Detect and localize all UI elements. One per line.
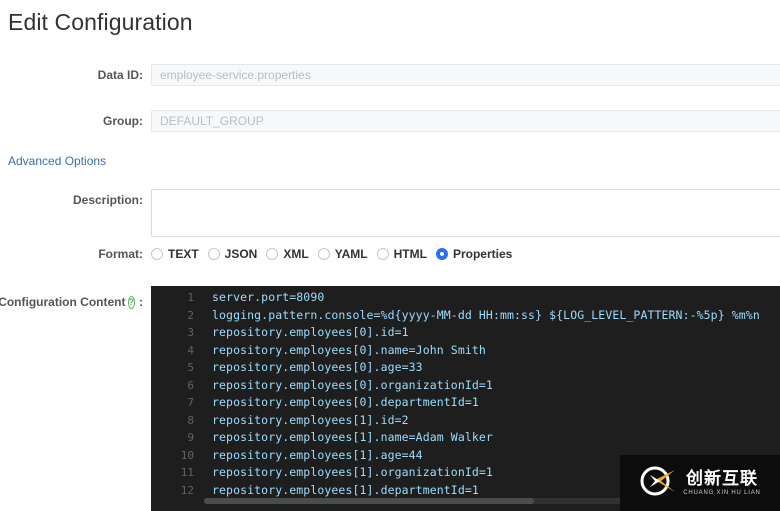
radio-label-properties: Properties (452, 247, 513, 261)
radio-option-xml[interactable]: XML (266, 247, 309, 261)
group-input[interactable] (151, 110, 780, 132)
configuration-content-label: Configuration Content (0, 295, 126, 309)
radio-circle-icon (207, 248, 220, 260)
line-number: 7 (187, 396, 194, 409)
line-number: 9 (187, 431, 194, 444)
scrollbar-thumb[interactable] (204, 498, 534, 504)
form-row-description: Description: (0, 189, 780, 237)
line-number: 2 (187, 308, 194, 322)
configuration-content-colon: : (139, 295, 143, 309)
data-id-input[interactable] (151, 64, 780, 86)
line-number: 8 (187, 413, 194, 427)
advanced-options-link[interactable]: Advanced Options (8, 154, 106, 168)
configuration-content-editor[interactable]: 1 2 3 4 5 6 7 8 9 10 11 12 server.port=8… (151, 286, 780, 511)
code-line: repository.employees[0].departmentId=1 (212, 395, 479, 409)
code-line: repository.employees[1].name=Adam Walker (212, 430, 493, 444)
radio-circle-icon (376, 248, 389, 260)
page-title: Edit Configuration (8, 9, 193, 35)
radio-label-xml: XML (283, 247, 309, 261)
radio-label-text: TEXT (168, 247, 199, 261)
form-row-format: Format: TEXT JSON XML YAML HTML Properti… (0, 247, 780, 261)
code-line: repository.employees[0].age=33 (212, 360, 423, 374)
group-field-wrap (151, 110, 780, 132)
description-textarea[interactable] (151, 189, 780, 237)
radio-label-json: JSON (224, 247, 258, 261)
data-id-field-wrap (151, 64, 780, 86)
radio-circle-icon (151, 248, 163, 260)
radio-label-yaml: YAML (334, 247, 368, 261)
code-line: repository.employees[0].name=John Smith (212, 342, 486, 357)
line-number: 1 (187, 291, 194, 304)
line-number: 3 (187, 326, 194, 339)
form-row-data-id: Data ID: (0, 64, 780, 86)
description-label: Description: (72, 193, 143, 207)
configuration-content-label-row: Configuration Content ? : (0, 295, 143, 309)
code-line: logging.pattern.console=%d{yyyy-MM-dd HH… (212, 307, 760, 322)
line-number: 6 (187, 378, 194, 392)
radio-option-html[interactable]: HTML (376, 247, 427, 261)
format-label: Format: (98, 247, 143, 261)
format-radio-group: TEXT JSON XML YAML HTML Properties (151, 247, 521, 261)
data-id-label: Data ID: (97, 68, 143, 82)
code-line: repository.employees[1].age=44 (212, 447, 423, 462)
group-label: Group: (103, 114, 143, 128)
code-line: repository.employees[0].organizationId=1 (212, 377, 493, 392)
radio-option-properties[interactable]: Properties (435, 247, 513, 261)
question-mark-icon[interactable]: ? (127, 295, 135, 309)
editor-code-area[interactable]: server.port=8090 logging.pattern.console… (204, 286, 780, 511)
line-number: 5 (187, 361, 194, 374)
radio-option-yaml[interactable]: YAML (317, 247, 368, 261)
code-line: repository.employees[1].id=2 (212, 412, 409, 427)
code-line: repository.employees[1].organizationId=1 (212, 465, 493, 479)
description-field-wrap (151, 189, 780, 237)
radio-option-text[interactable]: TEXT (151, 247, 199, 261)
code-line: server.port=8090 (212, 290, 325, 304)
radio-circle-icon (317, 248, 330, 260)
line-number: 10 (180, 448, 194, 462)
line-number: 11 (180, 466, 194, 479)
code-line: repository.employees[0].id=1 (212, 325, 409, 339)
code-line: repository.employees[1].departmentId=1 (212, 482, 479, 497)
form-row-group: Group: (0, 110, 780, 132)
editor-line-number-gutter: 1 2 3 4 5 6 7 8 9 10 11 12 (151, 286, 204, 511)
editor-horizontal-scrollbar[interactable] (204, 498, 724, 504)
line-number: 4 (187, 343, 194, 357)
radio-circle-icon (266, 248, 279, 260)
radio-circle-checked-icon (435, 248, 448, 260)
line-number: 12 (180, 483, 194, 497)
radio-label-html: HTML (393, 247, 427, 261)
radio-option-json[interactable]: JSON (207, 247, 258, 261)
